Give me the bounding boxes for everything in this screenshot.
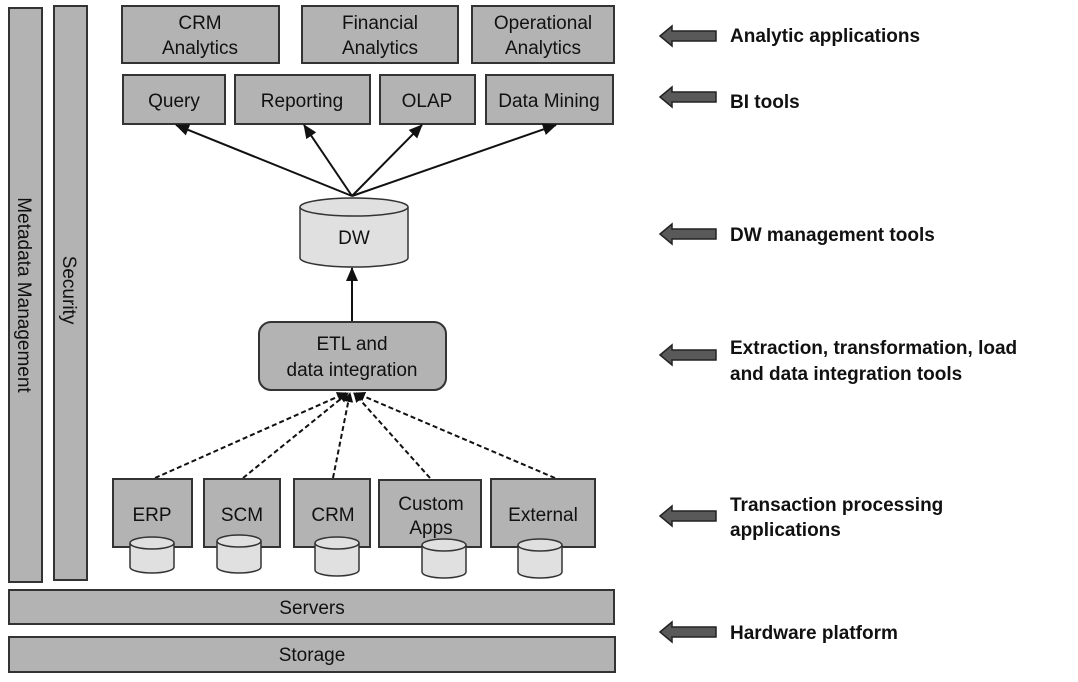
label: ERP <box>132 505 171 526</box>
layer-dw-management: DW management tools <box>658 222 935 246</box>
label: OLAP <box>402 91 453 112</box>
left-arrow-icon <box>658 222 717 246</box>
bi-tool-olap: OLAP <box>379 74 476 125</box>
arrow-from-erp <box>154 392 347 479</box>
layer-etl: Extraction, transformation, load and dat… <box>658 338 1017 385</box>
label: Analytic applications <box>730 26 920 47</box>
label: Storage <box>279 645 346 666</box>
label: ETL and <box>316 334 387 355</box>
arrow-from-external <box>355 391 556 479</box>
storage-bar: Storage <box>8 636 616 673</box>
label: data integration <box>287 360 418 381</box>
dw-label: DW <box>338 228 370 249</box>
servers-bar: Servers <box>8 589 615 625</box>
layer-analytic-applications: Analytic applications <box>658 24 920 48</box>
arrow-from-custom-apps <box>353 392 431 479</box>
label: Analytics <box>162 38 238 59</box>
label: Reporting <box>261 91 343 112</box>
label: Custom <box>398 494 463 515</box>
label: Analytics <box>342 38 418 59</box>
label: Transaction processing <box>730 495 943 516</box>
layer-bi-tools: BI tools <box>658 85 800 113</box>
security-bar: Security <box>53 5 88 581</box>
arrow-to-olap <box>351 124 423 197</box>
dw-cylinder: DW <box>299 197 409 268</box>
bi-tool-reporting: Reporting <box>234 74 371 125</box>
bi-tool-data-mining: Data Mining <box>485 74 614 125</box>
arrow-to-query <box>175 124 353 197</box>
dw-architecture-diagram: Metadata Management Security CRM Analyti… <box>8 5 1017 673</box>
arrow-to-data-mining <box>351 123 557 197</box>
left-arrow-icon <box>658 620 717 644</box>
label: External <box>508 505 578 526</box>
source-scm: SCM <box>203 478 281 574</box>
label: Financial <box>342 13 418 34</box>
source-to-etl-arrows <box>154 391 556 479</box>
label: SCM <box>221 505 263 526</box>
source-erp: ERP <box>112 478 193 574</box>
label: CRM <box>311 505 354 526</box>
label: Query <box>148 91 200 112</box>
etl-box: ETL and data integration <box>258 321 447 391</box>
metadata-management-bar: Metadata Management <box>8 7 43 583</box>
source-external: External <box>490 478 596 579</box>
label: applications <box>730 520 841 541</box>
analytic-app-crm: CRM Analytics <box>121 5 280 64</box>
analytic-app-financial: Financial Analytics <box>301 5 459 64</box>
label: Analytics <box>505 38 581 59</box>
source-crm: CRM <box>293 478 371 577</box>
label: Hardware platform <box>730 623 898 644</box>
label: Apps <box>409 518 452 539</box>
label: Servers <box>279 598 344 619</box>
label: Data Mining <box>498 91 599 112</box>
security-label: Security <box>58 256 79 325</box>
left-arrow-icon <box>658 85 717 109</box>
dw-to-bi-arrows <box>175 123 557 197</box>
layer-transaction-processing: Transaction processing applications <box>658 495 943 541</box>
label: and data integration tools <box>730 364 962 385</box>
label: CRM <box>178 13 221 34</box>
arrow-from-crm <box>332 392 354 479</box>
bi-tool-query: Query <box>122 74 226 125</box>
left-arrow-icon <box>658 504 717 528</box>
source-custom-apps: Custom Apps <box>378 479 482 579</box>
layer-hardware-platform: Hardware platform <box>658 620 898 644</box>
analytic-app-operational: Operational Analytics <box>471 5 615 64</box>
arrow-from-scm <box>242 392 349 479</box>
label: Extraction, transformation, load <box>730 338 1017 359</box>
label: BI tools <box>730 92 800 113</box>
label: Operational <box>494 13 592 34</box>
metadata-label: Metadata Management <box>13 197 34 393</box>
left-arrow-icon <box>658 24 717 48</box>
left-arrow-icon <box>658 343 717 367</box>
label: DW management tools <box>730 225 935 246</box>
